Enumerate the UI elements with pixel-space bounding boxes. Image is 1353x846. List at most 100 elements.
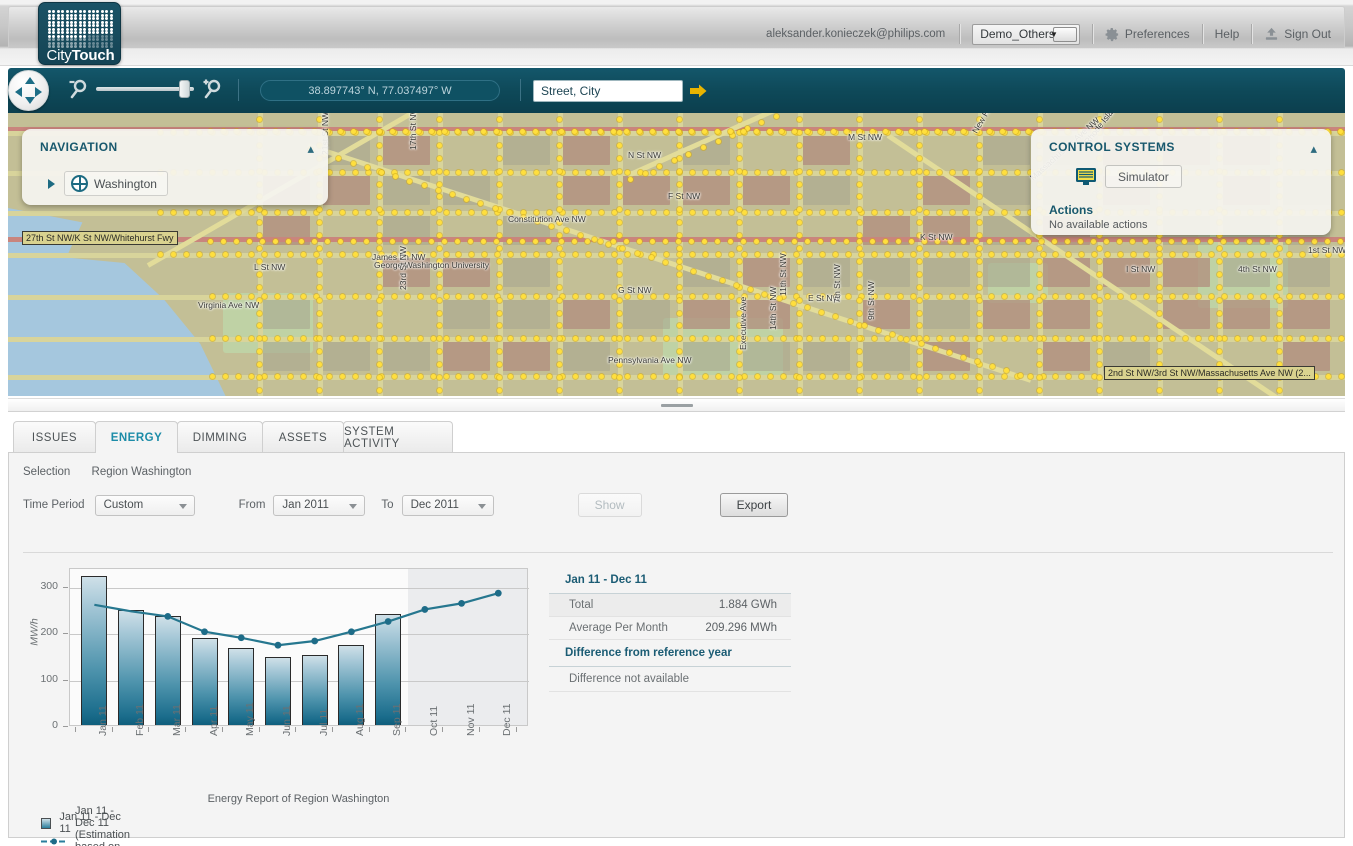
streetlight-marker[interactable] (768, 210, 773, 215)
streetlight-marker[interactable] (797, 169, 802, 174)
streetlight-marker[interactable] (377, 298, 382, 303)
streetlight-marker[interactable] (257, 272, 262, 277)
streetlight-marker[interactable] (663, 129, 668, 134)
streetlight-marker[interactable] (857, 272, 862, 277)
streetlight-marker[interactable] (872, 336, 877, 341)
streetlight-marker[interactable] (911, 170, 916, 175)
streetlight-marker[interactable] (833, 374, 838, 379)
streetlight-marker[interactable] (353, 294, 358, 299)
streetlight-marker[interactable] (377, 272, 382, 277)
streetlight-marker[interactable] (392, 374, 397, 379)
streetlight-marker[interactable] (781, 170, 786, 175)
streetlight-marker[interactable] (754, 129, 759, 134)
streetlight-marker[interactable] (857, 117, 862, 122)
streetlight-marker[interactable] (797, 182, 802, 187)
streetlight-marker[interactable] (1097, 285, 1102, 290)
streetlight-marker[interactable] (1338, 239, 1343, 244)
streetlight-marker[interactable] (275, 210, 280, 215)
streetlight-marker[interactable] (755, 294, 760, 299)
streetlight-marker[interactable] (197, 252, 202, 257)
streetlight-marker[interactable] (442, 129, 447, 134)
streetlight-marker[interactable] (366, 294, 371, 299)
streetlight-marker[interactable] (924, 336, 929, 341)
streetlight-marker[interactable] (327, 252, 332, 257)
streetlight-marker[interactable] (677, 117, 682, 122)
streetlight-marker[interactable] (377, 311, 382, 316)
streetlight-marker[interactable] (885, 170, 890, 175)
streetlight-marker[interactable] (338, 129, 343, 134)
streetlight-marker[interactable] (737, 388, 742, 393)
streetlight-marker[interactable] (1277, 272, 1282, 277)
streetlight-marker[interactable] (755, 170, 760, 175)
streetlight-marker[interactable] (497, 259, 502, 264)
streetlight-marker[interactable] (340, 294, 345, 299)
streetlight-marker[interactable] (366, 374, 371, 379)
streetlight-marker[interactable] (365, 165, 370, 170)
streetlight-marker[interactable] (617, 130, 622, 135)
streetlight-marker[interactable] (716, 139, 721, 144)
streetlight-marker[interactable] (221, 239, 226, 244)
streetlight-marker[interactable] (833, 210, 838, 215)
streetlight-marker[interactable] (924, 252, 929, 257)
streetlight-marker[interactable] (493, 206, 498, 211)
streetlight-marker[interactable] (989, 252, 994, 257)
streetlight-marker[interactable] (275, 336, 280, 341)
streetlight-marker[interactable] (546, 129, 551, 134)
streetlight-marker[interactable] (249, 294, 254, 299)
streetlight-marker[interactable] (617, 182, 622, 187)
streetlight-marker[interactable] (444, 170, 449, 175)
streetlight-marker[interactable] (455, 129, 460, 134)
streetlight-marker[interactable] (418, 374, 423, 379)
streetlight-marker[interactable] (833, 336, 838, 341)
streetlight-marker[interactable] (637, 239, 642, 244)
streetlight-marker[interactable] (1277, 285, 1282, 290)
simulator-button[interactable]: Simulator (1105, 165, 1182, 188)
streetlight-marker[interactable] (223, 294, 228, 299)
streetlight-marker[interactable] (663, 260, 668, 265)
streetlight-marker[interactable] (260, 239, 265, 244)
streetlight-marker[interactable] (598, 239, 603, 244)
streetlight-marker[interactable] (781, 336, 786, 341)
streetlight-marker[interactable] (677, 311, 682, 316)
streetlight-marker[interactable] (497, 169, 502, 174)
streetlight-marker[interactable] (1097, 311, 1102, 316)
pan-right-icon[interactable] (35, 87, 42, 97)
streetlight-marker[interactable] (1217, 272, 1222, 277)
streetlight-marker[interactable] (481, 129, 486, 134)
streetlight-marker[interactable] (846, 336, 851, 341)
streetlight-marker[interactable] (737, 182, 742, 187)
streetlight-marker[interactable] (898, 210, 903, 215)
streetlight-marker[interactable] (557, 156, 562, 161)
tab-energy[interactable]: ENERGY (95, 421, 178, 453)
streetlight-marker[interactable] (444, 374, 449, 379)
streetlight-marker[interactable] (507, 239, 512, 244)
streetlight-marker[interactable] (677, 388, 682, 393)
streetlight-marker[interactable] (885, 374, 890, 379)
streetlight-marker[interactable] (898, 170, 903, 175)
streetlight-marker[interactable] (1015, 210, 1020, 215)
streetlight-marker[interactable] (797, 388, 802, 393)
streetlight-marker[interactable] (976, 252, 981, 257)
streetlight-marker[interactable] (737, 169, 742, 174)
streetlight-marker[interactable] (917, 311, 922, 316)
streetlight-marker[interactable] (288, 252, 293, 257)
streetlight-marker[interactable] (617, 117, 622, 122)
streetlight-marker[interactable] (340, 170, 345, 175)
streetlight-marker[interactable] (1326, 374, 1331, 379)
streetlight-marker[interactable] (481, 239, 486, 244)
streetlight-marker[interactable] (702, 129, 707, 134)
streetlight-marker[interactable] (557, 169, 562, 174)
streetlight-marker[interactable] (872, 170, 877, 175)
streetlight-marker[interactable] (338, 239, 343, 244)
streetlight-marker[interactable] (977, 272, 982, 277)
streetlight-marker[interactable] (1277, 388, 1282, 393)
streetlight-marker[interactable] (728, 239, 733, 244)
show-button[interactable]: Show (578, 493, 642, 517)
streetlight-marker[interactable] (898, 336, 903, 341)
streetlight-marker[interactable] (797, 259, 802, 264)
streetlight-marker[interactable] (857, 143, 862, 148)
streetlight-marker[interactable] (1097, 259, 1102, 264)
streetlight-marker[interactable] (1326, 336, 1331, 341)
streetlight-marker[interactable] (898, 374, 903, 379)
streetlight-marker[interactable] (327, 336, 332, 341)
